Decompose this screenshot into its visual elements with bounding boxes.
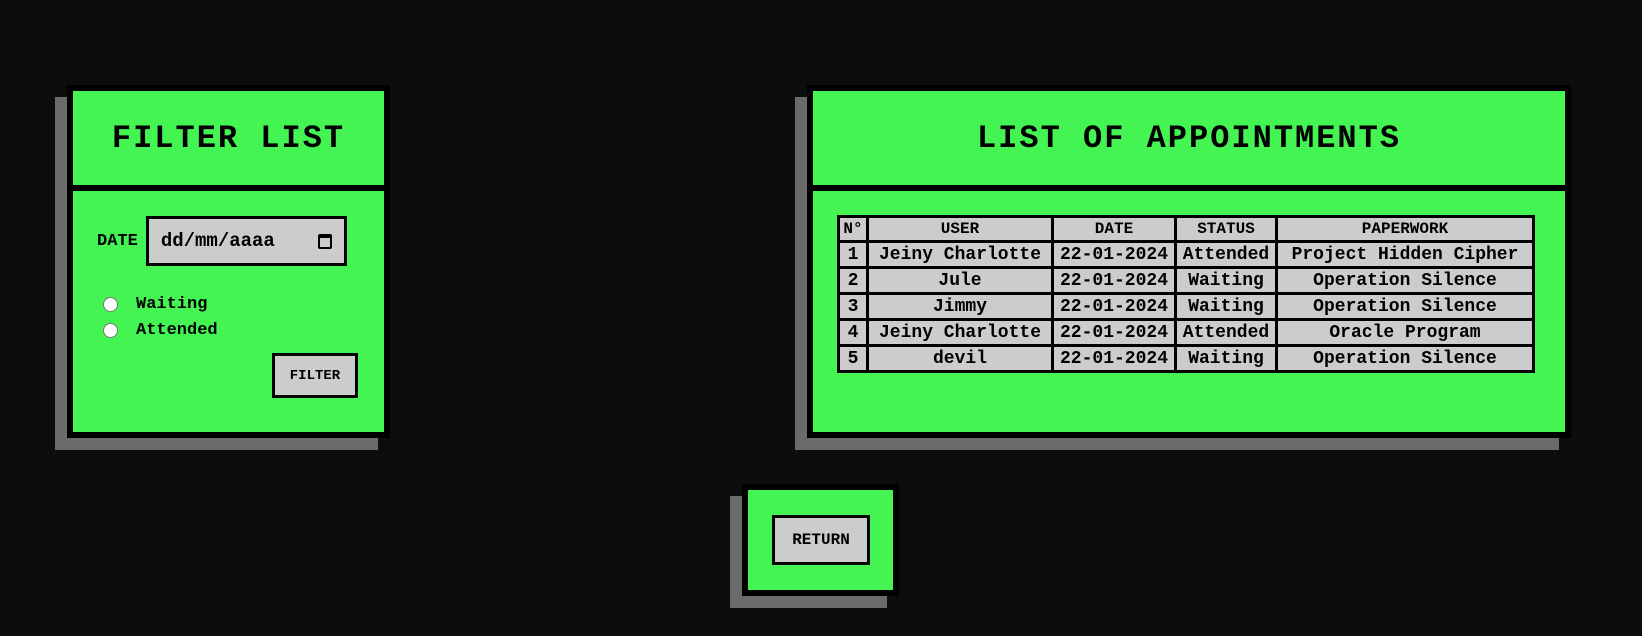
column-header-user: USER [866,215,1054,243]
date-input-placeholder: dd/mm/aaaa [160,230,275,252]
table-row: 5 devil 22-01-2024 Waiting Operation Sil… [837,344,1535,373]
cell-number: 2 [837,266,869,295]
calendar-icon[interactable] [317,233,332,249]
cell-user: devil [866,344,1054,373]
appointments-panel-title: LIST OF APPOINTMENTS [813,91,1565,191]
status-radio-group: Waiting Attended [103,291,218,343]
cell-status: Waiting [1174,292,1278,321]
cell-number: 4 [837,318,869,347]
cell-number: 3 [837,292,869,321]
cell-date: 22-01-2024 [1051,344,1177,373]
radio-waiting-label: Waiting [136,294,208,314]
date-label: DATE [97,231,138,251]
filter-form: DATE dd/mm/aaaa Waiting Attended FILTER [73,191,384,432]
filter-panel: FILTER LIST DATE dd/mm/aaaa Waiting Atte… [67,85,390,438]
cell-date: 22-01-2024 [1051,318,1177,347]
table-row: 1 Jeiny Charlotte 22-01-2024 Attended Pr… [837,240,1535,269]
cell-paperwork: Operation Silence [1275,266,1535,295]
cell-paperwork: Oracle Program [1275,318,1535,347]
radio-option-attended[interactable]: Attended [103,317,218,343]
cell-date: 22-01-2024 [1051,292,1177,321]
column-header-number: N° [837,215,869,243]
column-header-paperwork: PAPERWORK [1275,215,1535,243]
table-row: 2 Jule 22-01-2024 Waiting Operation Sile… [837,266,1535,295]
cell-number: 1 [837,240,869,269]
cell-paperwork: Project Hidden Cipher [1275,240,1535,269]
table-row: 3 Jimmy 22-01-2024 Waiting Operation Sil… [837,292,1535,321]
appointments-table: N° USER DATE STATUS PAPERWORK 1 Jeiny Ch… [837,215,1535,373]
date-row: DATE dd/mm/aaaa [97,216,347,266]
cell-paperwork: Operation Silence [1275,344,1535,373]
radio-option-waiting[interactable]: Waiting [103,291,218,317]
cell-status: Attended [1174,318,1278,347]
cell-status: Attended [1174,240,1278,269]
filter-button[interactable]: FILTER [272,353,358,398]
table-header-row: N° USER DATE STATUS PAPERWORK [837,215,1535,243]
cell-user: Jule [866,266,1054,295]
radio-waiting[interactable] [103,296,118,312]
radio-attended-label: Attended [136,320,218,340]
table-row: 4 Jeiny Charlotte 22-01-2024 Attended Or… [837,318,1535,347]
return-panel: RETURN [742,484,899,596]
cell-paperwork: Operation Silence [1275,292,1535,321]
cell-status: Waiting [1174,344,1278,373]
appointments-panel: LIST OF APPOINTMENTS N° USER DATE STATUS… [807,85,1571,438]
cell-status: Waiting [1174,266,1278,295]
column-header-date: DATE [1051,215,1177,243]
cell-date: 22-01-2024 [1051,266,1177,295]
cell-number: 5 [837,344,869,373]
cell-user: Jeiny Charlotte [866,240,1054,269]
date-input[interactable]: dd/mm/aaaa [145,216,347,266]
cell-user: Jeiny Charlotte [866,318,1054,347]
return-button[interactable]: RETURN [772,515,870,565]
cell-date: 22-01-2024 [1051,240,1177,269]
column-header-status: STATUS [1174,215,1278,243]
appointments-table-wrap: N° USER DATE STATUS PAPERWORK 1 Jeiny Ch… [837,215,1535,373]
radio-attended[interactable] [103,322,118,338]
filter-panel-title: FILTER LIST [73,91,384,191]
cell-user: Jimmy [866,292,1054,321]
